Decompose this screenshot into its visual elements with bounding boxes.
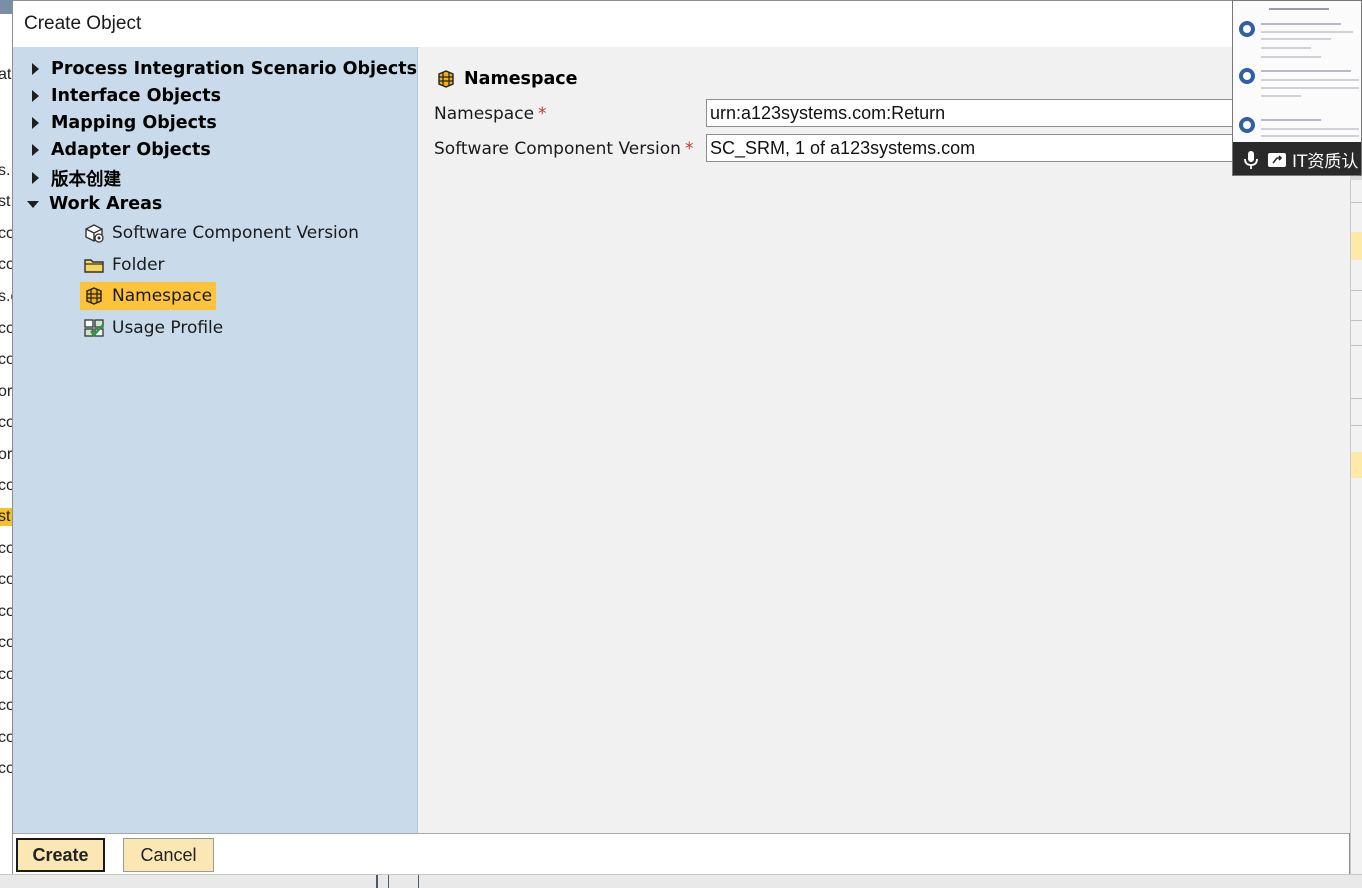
scv-field-label: Software Component Version * <box>434 139 693 159</box>
required-marker: * <box>538 104 547 124</box>
namespace-icon <box>438 70 454 88</box>
tree-item-namespace[interactable]: Namespace <box>80 282 217 310</box>
background-divider <box>1351 202 1362 203</box>
required-marker: * <box>684 139 694 159</box>
tree-node-version-creation[interactable]: 版本创建 <box>27 166 121 190</box>
usage-profile-icon <box>84 319 104 337</box>
background-divider <box>1351 425 1362 426</box>
tree-item-label: Folder <box>112 255 165 275</box>
create-button[interactable]: Create <box>16 838 105 872</box>
cancel-button[interactable]: Cancel <box>123 838 214 872</box>
background-fragment: st <box>0 193 11 210</box>
background-fragment: st <box>0 508 12 526</box>
collapse-caret-icon[interactable] <box>25 192 41 216</box>
preview-text-line <box>1261 87 1359 89</box>
namespace-field-label: Namespace * <box>434 104 547 124</box>
floating-preview-window[interactable]: IT资质认 <box>1232 0 1362 176</box>
dialog-footer: Create Cancel <box>13 833 1349 874</box>
namespace-input[interactable] <box>706 99 1266 127</box>
tree-item-software-component-version[interactable]: Software Component Version <box>80 219 363 247</box>
preview-text-line <box>1261 135 1359 137</box>
background-divider <box>1351 345 1362 346</box>
tree-node-adapter-objects[interactable]: Adapter Objects <box>27 138 211 162</box>
tree-node-process-integration[interactable]: Process Integration Scenario Objects <box>27 57 417 81</box>
background-divider <box>1351 320 1362 321</box>
background-fragment: at <box>0 66 12 83</box>
preview-bullet-icon <box>1239 117 1255 133</box>
tree-node-label: Work Areas <box>49 194 163 214</box>
preview-text-line <box>1261 128 1359 130</box>
background-status-strip <box>0 874 1362 888</box>
tree-item-label: Software Component Version <box>112 223 359 243</box>
preview-text-line <box>1261 79 1359 81</box>
object-type-tree: Process Integration Scenario Objects Int… <box>13 47 417 833</box>
tree-item-label: Usage Profile <box>112 318 224 338</box>
expand-caret-icon[interactable] <box>27 138 43 162</box>
expand-caret-icon[interactable] <box>27 84 43 108</box>
preview-bullet-icon <box>1239 68 1255 84</box>
tree-node-label: 版本创建 <box>51 169 121 190</box>
tree-item-folder[interactable]: Folder <box>80 251 169 279</box>
create-object-dialog: Create Object Process Integration Scenar… <box>12 0 1350 874</box>
screen-share-icon[interactable] <box>1266 149 1288 171</box>
tree-node-interface-objects[interactable]: Interface Objects <box>27 84 221 108</box>
section-title: Namespace <box>464 69 578 89</box>
tree-node-label: Interface Objects <box>51 86 222 106</box>
folder-icon <box>84 259 104 273</box>
namespace-section-header: Namespace <box>434 67 578 91</box>
tree-item-label: Namespace <box>112 286 213 306</box>
object-details-pane: Namespace Namespace* Software Component … <box>417 47 1350 833</box>
tree-node-label: Mapping Objects <box>51 113 217 133</box>
label-text: Software Component Version <box>434 139 681 159</box>
expand-caret-icon[interactable] <box>27 166 43 190</box>
background-divider <box>1351 290 1362 291</box>
background-divider <box>418 875 419 888</box>
expand-caret-icon[interactable] <box>27 57 43 81</box>
preview-text-line <box>1269 8 1329 10</box>
preview-text-line <box>1261 31 1353 33</box>
dialog-title-bar[interactable]: Create Object <box>13 1 1349 47</box>
preview-toolbar: IT资质认 <box>1233 142 1361 175</box>
background-highlight <box>1351 232 1362 260</box>
background-fragment: or <box>0 446 13 463</box>
preview-bullet-icon <box>1239 21 1255 37</box>
preview-text-line <box>1261 70 1351 72</box>
background-fragment: or <box>0 383 13 400</box>
preview-text-line <box>1261 47 1311 49</box>
software-component-version-input[interactable] <box>706 134 1266 162</box>
background-fragment: s. <box>0 162 11 179</box>
tree-node-label: Process Integration Scenario Objects <box>51 59 418 79</box>
background-right-strip <box>1350 180 1362 874</box>
tree-node-work-areas[interactable]: Work Areas <box>25 192 162 216</box>
tree-node-label: Adapter Objects <box>51 140 211 160</box>
tree-item-usage-profile[interactable]: Usage Profile <box>80 314 227 342</box>
preview-text-line <box>1261 56 1321 58</box>
expand-caret-icon[interactable] <box>27 111 43 135</box>
software-component-icon <box>85 224 104 243</box>
tree-node-mapping-objects[interactable]: Mapping Objects <box>27 111 217 135</box>
preview-text-line <box>1261 119 1321 121</box>
preview-text-line <box>1261 95 1301 97</box>
preview-toolbar-text: IT资质认 <box>1292 152 1359 172</box>
background-divider <box>376 875 378 888</box>
background-highlight <box>1351 452 1362 478</box>
dialog-title: Create Object <box>24 13 142 34</box>
background-divider <box>388 875 389 888</box>
background-divider <box>1351 398 1362 399</box>
namespace-icon <box>86 287 102 305</box>
background-header <box>0 0 12 14</box>
label-text: Namespace <box>434 104 535 124</box>
microphone-icon[interactable] <box>1240 148 1262 172</box>
preview-text-line <box>1261 38 1331 40</box>
preview-text-line <box>1261 23 1341 25</box>
